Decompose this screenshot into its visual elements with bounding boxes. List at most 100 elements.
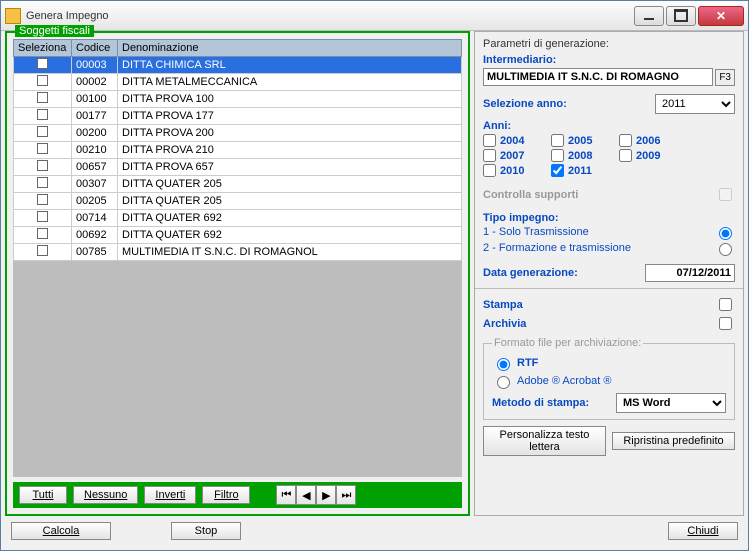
chiudi-button[interactable]: Chiudi — [668, 522, 738, 540]
checkbox-icon[interactable] — [37, 228, 48, 239]
stampa-check[interactable] — [719, 298, 732, 311]
tipo1-radio[interactable] — [719, 227, 732, 240]
table-row[interactable]: 00177DITTA PROVA 177 — [14, 108, 462, 125]
stop-button[interactable]: Stop — [171, 522, 241, 540]
checkbox-icon[interactable] — [37, 75, 48, 86]
rtf-label: RTF — [517, 357, 538, 369]
table-row[interactable]: 00200DITTA PROVA 200 — [14, 125, 462, 142]
rtf-radio[interactable] — [497, 358, 510, 371]
params-panel: Parametri di generazione: Intermediario:… — [474, 31, 744, 516]
table-row[interactable]: 00692DITTA QUATER 692 — [14, 227, 462, 244]
row-check-cell[interactable] — [14, 142, 72, 159]
table-row[interactable]: 00205DITTA QUATER 205 — [14, 193, 462, 210]
window-title: Genera Impegno — [26, 10, 634, 22]
nav-next-button[interactable]: ▶ — [316, 485, 336, 505]
table-row[interactable]: 00307DITTA QUATER 205 — [14, 176, 462, 193]
nav-prev-button[interactable]: ◀ — [296, 485, 316, 505]
row-check-cell[interactable] — [14, 210, 72, 227]
col-codice[interactable]: Codice — [72, 40, 118, 57]
row-check-cell[interactable] — [14, 57, 72, 74]
row-check-cell[interactable] — [14, 193, 72, 210]
tipo2-radio[interactable] — [719, 243, 732, 256]
tipo2-label: 2 - Formazione e trasmissione — [483, 242, 631, 254]
tipo-impegno-label: Tipo impegno: — [483, 212, 735, 224]
row-name: DITTA PROVA 210 — [118, 142, 462, 159]
nav-last-button[interactable]: ⏭ — [336, 485, 356, 505]
invert-button[interactable]: Inverti — [144, 486, 196, 504]
intermediario-field[interactable] — [483, 68, 713, 86]
checkbox-icon[interactable] — [37, 126, 48, 137]
ripristina-button[interactable]: Ripristina predefinito — [612, 432, 735, 450]
nav-buttons: ⏮ ◀ ▶ ⏭ — [276, 485, 356, 505]
row-name: DITTA PROVA 100 — [118, 91, 462, 108]
f3-button[interactable]: F3 — [715, 69, 735, 86]
table-row[interactable]: 00100DITTA PROVA 100 — [14, 91, 462, 108]
all-button[interactable]: Tutti — [19, 486, 67, 504]
controlla-supporti-label: Controlla supporti — [483, 189, 578, 201]
years-group: 2004 2005 2006 2007 2008 2009 2010 2011 — [483, 134, 735, 177]
row-name: MULTIMEDIA IT S.N.C. DI ROMAGNOL — [118, 244, 462, 261]
calcola-button[interactable]: Calcola — [11, 522, 111, 540]
subjects-legend: Soggetti fiscali — [15, 25, 94, 37]
selezione-anno-select[interactable]: 2011 — [655, 94, 735, 114]
row-name: DITTA QUATER 692 — [118, 210, 462, 227]
subjects-grid[interactable]: Seleziona Codice Denominazione 00003DITT… — [13, 39, 462, 261]
personalizza-button[interactable]: Personalizza testo lettera — [483, 426, 606, 456]
row-name: DITTA PROVA 200 — [118, 125, 462, 142]
anni-label: Anni: — [483, 120, 735, 132]
row-check-cell[interactable] — [14, 176, 72, 193]
year-2005[interactable]: 2005 — [551, 134, 607, 147]
year-2010[interactable]: 2010 — [483, 164, 539, 177]
col-denominazione[interactable]: Denominazione — [118, 40, 462, 57]
year-2004[interactable]: 2004 — [483, 134, 539, 147]
row-code: 00002 — [72, 74, 118, 91]
col-seleziona[interactable]: Seleziona — [14, 40, 72, 57]
data-gen-label: Data generazione: — [483, 267, 578, 279]
minimize-button[interactable] — [634, 6, 664, 26]
row-name: DITTA QUATER 205 — [118, 193, 462, 210]
titlebar: Genera Impegno — [1, 1, 748, 31]
year-2008[interactable]: 2008 — [551, 149, 607, 162]
formato-fieldset: Formato file per archiviazione: RTF Adob… — [483, 337, 735, 420]
checkbox-icon[interactable] — [37, 194, 48, 205]
data-gen-field[interactable] — [645, 264, 735, 282]
none-button[interactable]: Nessuno — [73, 486, 138, 504]
row-check-cell[interactable] — [14, 108, 72, 125]
checkbox-icon[interactable] — [37, 143, 48, 154]
close-button[interactable] — [698, 6, 744, 26]
checkbox-icon[interactable] — [37, 109, 48, 120]
table-row[interactable]: 00785MULTIMEDIA IT S.N.C. DI ROMAGNOL — [14, 244, 462, 261]
metodo-label: Metodo di stampa: — [492, 397, 589, 409]
row-check-cell[interactable] — [14, 74, 72, 91]
checkbox-icon[interactable] — [37, 245, 48, 256]
maximize-button[interactable] — [666, 6, 696, 26]
table-row[interactable]: 00657DITTA PROVA 657 — [14, 159, 462, 176]
table-row[interactable]: 00210DITTA PROVA 210 — [14, 142, 462, 159]
year-2011[interactable]: 2011 — [551, 164, 607, 177]
checkbox-icon[interactable] — [37, 177, 48, 188]
table-row[interactable]: 00003DITTA CHIMICA SRL — [14, 57, 462, 74]
checkbox-icon[interactable] — [37, 92, 48, 103]
params-title: Parametri di generazione: — [483, 38, 735, 50]
row-name: DITTA QUATER 692 — [118, 227, 462, 244]
row-check-cell[interactable] — [14, 227, 72, 244]
year-2009[interactable]: 2009 — [619, 149, 675, 162]
checkbox-icon[interactable] — [37, 211, 48, 222]
nav-first-button[interactable]: ⏮ — [276, 485, 296, 505]
year-2007[interactable]: 2007 — [483, 149, 539, 162]
table-row[interactable]: 00714DITTA QUATER 692 — [14, 210, 462, 227]
filter-button[interactable]: Filtro — [202, 486, 250, 504]
metodo-select[interactable]: MS Word — [616, 393, 726, 413]
adobe-radio[interactable] — [497, 376, 510, 389]
row-check-cell[interactable] — [14, 244, 72, 261]
row-check-cell[interactable] — [14, 91, 72, 108]
row-code: 00307 — [72, 176, 118, 193]
year-2006[interactable]: 2006 — [619, 134, 675, 147]
checkbox-icon[interactable] — [37, 160, 48, 171]
row-check-cell[interactable] — [14, 159, 72, 176]
row-name: DITTA PROVA 657 — [118, 159, 462, 176]
archivia-check[interactable] — [719, 317, 732, 330]
row-check-cell[interactable] — [14, 125, 72, 142]
checkbox-icon[interactable] — [37, 58, 48, 69]
table-row[interactable]: 00002DITTA METALMECCANICA — [14, 74, 462, 91]
